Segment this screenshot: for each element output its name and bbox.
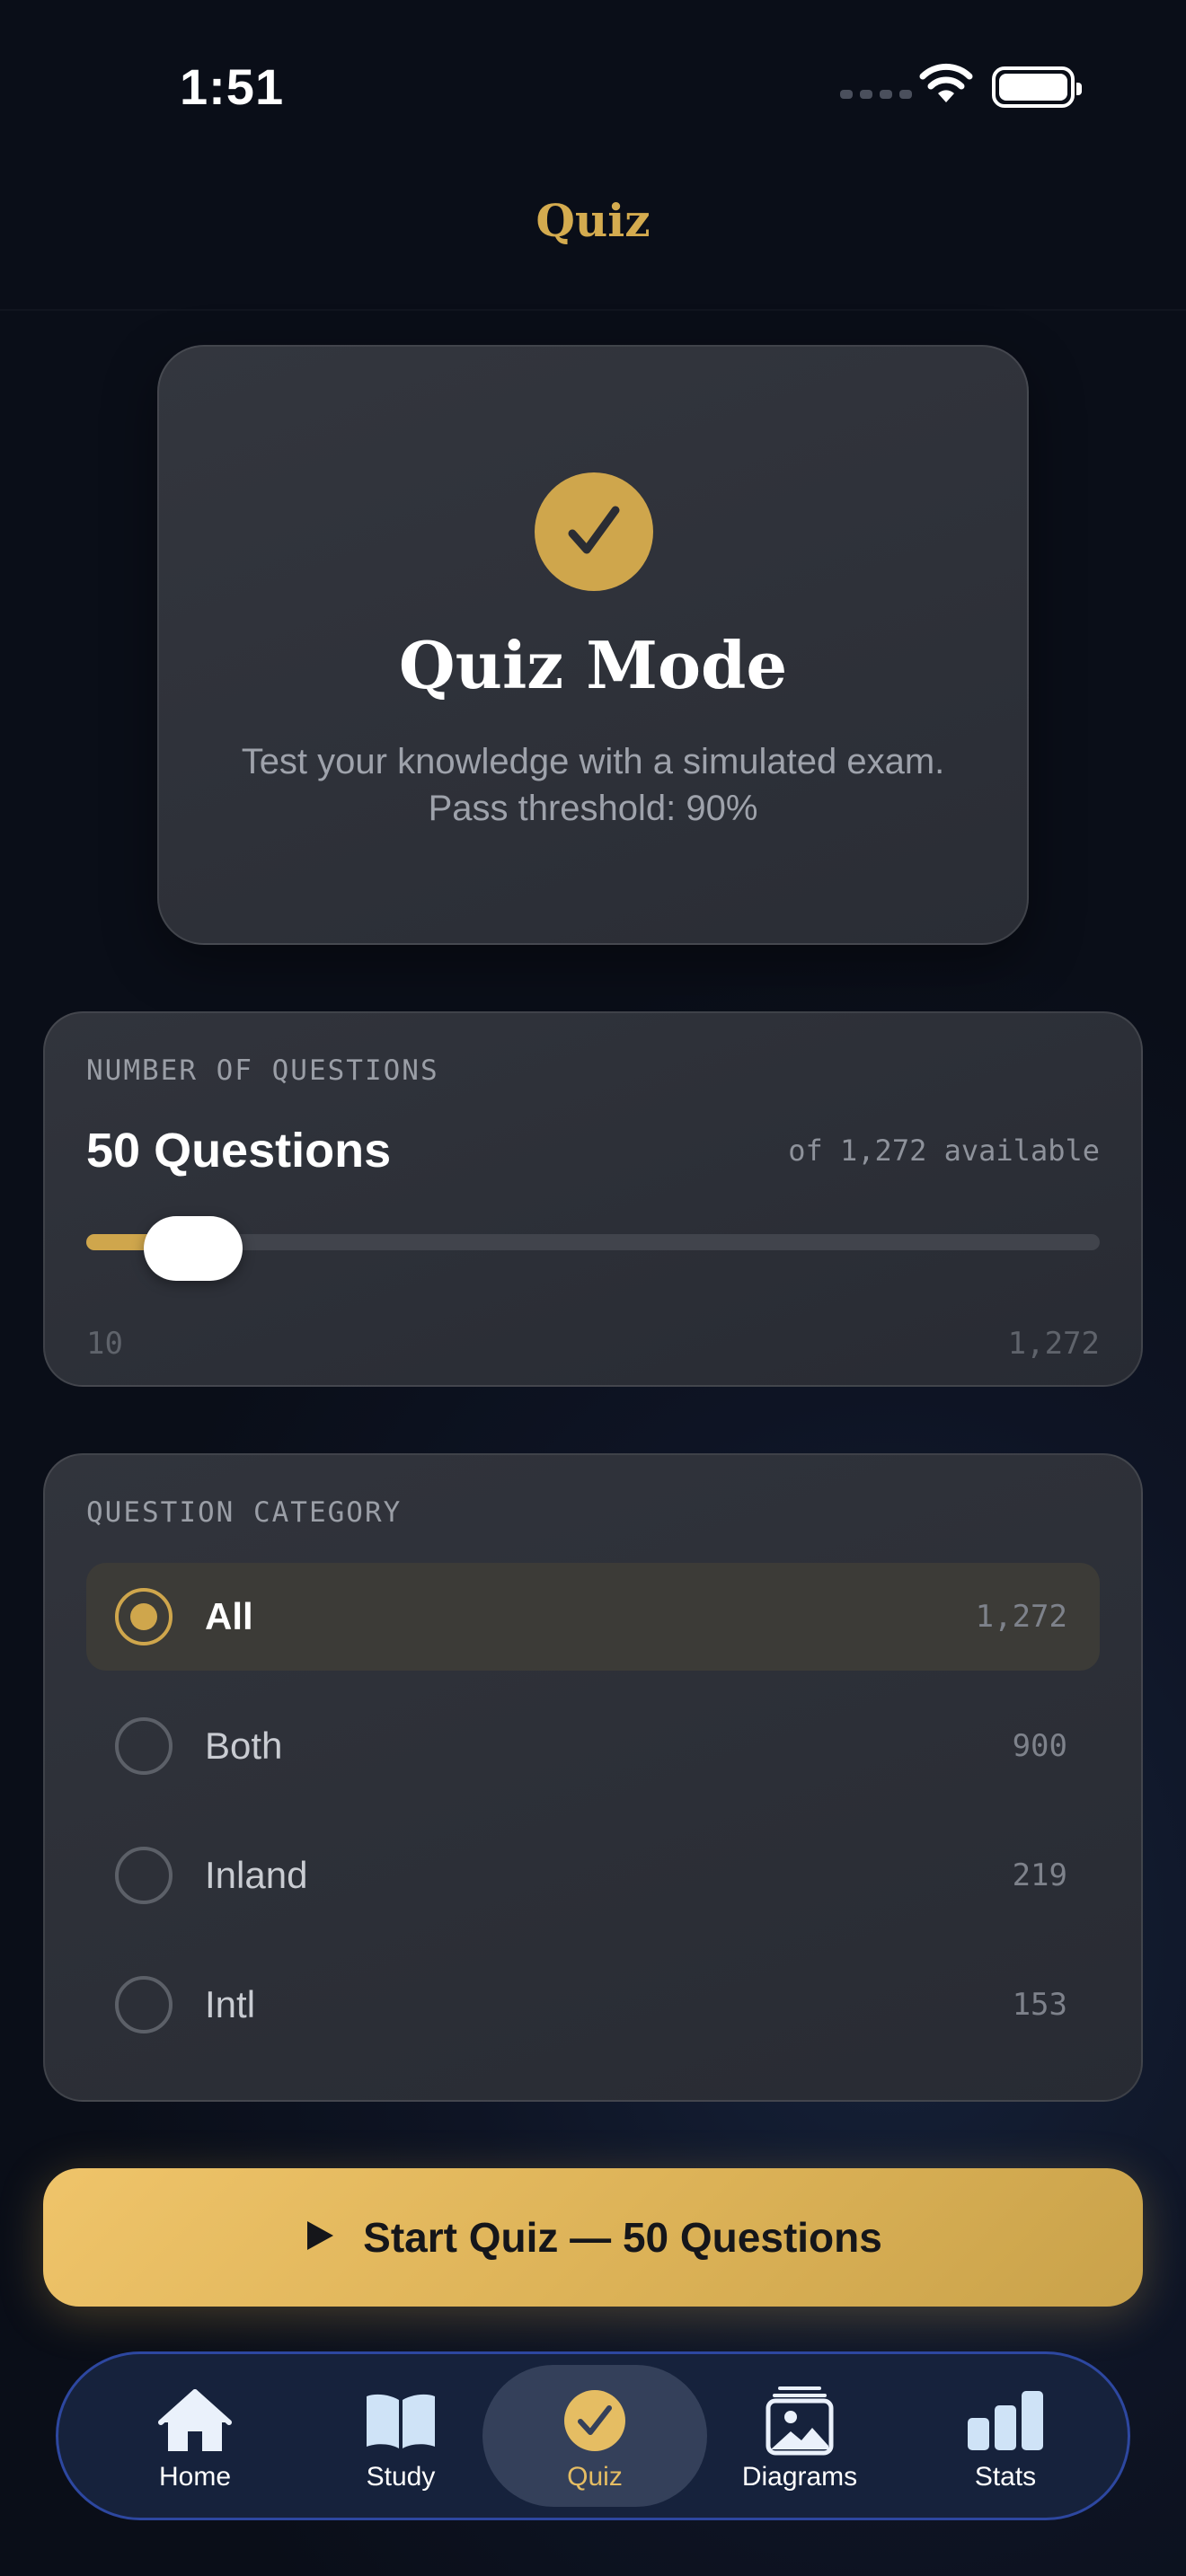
question-count-card: NUMBER OF QUESTIONS 50 Questions of 1,27… <box>43 1011 1143 1387</box>
checkmark-circle-icon <box>482 2385 707 2457</box>
house-icon <box>83 2385 307 2457</box>
radio-button[interactable] <box>115 1717 173 1775</box>
start-quiz-label: Start Quiz — 50 Questions <box>363 2214 882 2261</box>
status-time: 1:51 <box>180 58 285 115</box>
category-label: Intl <box>205 1983 256 2025</box>
quiz-mode-card: Quiz Mode Test your knowledge with a sim… <box>157 345 1029 945</box>
category-label: Inland <box>205 1854 308 1896</box>
radio-button[interactable] <box>115 1847 173 1904</box>
quiz-mode-description: Test your knowledge with a simulated exa… <box>159 738 1027 832</box>
slider-max-label: 1,272 <box>1007 1326 1100 1362</box>
book-icon <box>288 2385 513 2457</box>
category-count: 1,272 <box>975 1599 1067 1635</box>
category-option-inland[interactable]: Inland 219 <box>86 1822 1100 1929</box>
category-count: 153 <box>1012 1987 1067 2023</box>
wifi-icon <box>918 63 974 109</box>
tab-diagrams[interactable]: Diagrams <box>687 2365 912 2507</box>
tab-study[interactable]: Study <box>288 2365 513 2507</box>
start-quiz-button[interactable]: Start Quiz — 50 Questions <box>43 2168 1143 2307</box>
nav-divider <box>0 309 1186 311</box>
page-title: Quiz <box>535 194 651 247</box>
section-label-number-of-questions: NUMBER OF QUESTIONS <box>86 1054 439 1087</box>
tab-quiz[interactable]: Quiz <box>482 2365 707 2507</box>
question-count-value: 50 Questions <box>86 1124 392 1178</box>
radio-button[interactable] <box>115 1588 173 1645</box>
section-label-question-category: QUESTION CATEGORY <box>86 1496 403 1529</box>
tab-home[interactable]: Home <box>83 2365 307 2507</box>
tab-label: Diagrams <box>741 2462 858 2492</box>
status-bar: 1:51 <box>0 0 1186 171</box>
category-count: 219 <box>1012 1857 1067 1893</box>
category-label: All <box>205 1595 253 1637</box>
cellular-signal-icon <box>840 90 912 99</box>
pass-threshold-text: Pass threshold: 90% <box>428 789 758 828</box>
tab-label: Stats <box>974 2462 1037 2492</box>
battery-icon <box>992 66 1082 108</box>
tab-stats[interactable]: Stats <box>893 2365 1118 2507</box>
slider-min-label: 10 <box>86 1326 123 1362</box>
category-count: 900 <box>1012 1728 1067 1764</box>
category-option-intl[interactable]: Intl 153 <box>86 1951 1100 2059</box>
category-option-both[interactable]: Both 900 <box>86 1692 1100 1800</box>
question-count-slider-thumb[interactable] <box>144 1216 243 1281</box>
quiz-mode-title: Quiz Mode <box>398 627 788 703</box>
category-option-all[interactable]: All 1,272 <box>86 1563 1100 1671</box>
bar-chart-icon <box>893 2385 1118 2457</box>
tab-label: Home <box>158 2462 232 2492</box>
question-category-card: QUESTION CATEGORY All 1,272 Both 900 Inl… <box>43 1453 1143 2102</box>
description-line-1: Test your knowledge with a simulated exa… <box>241 742 945 781</box>
checkmark-icon <box>535 472 653 591</box>
tab-bar: Home Study Quiz Diagrams Stats <box>56 2351 1130 2520</box>
tab-label: Study <box>366 2462 436 2492</box>
tab-label: Quiz <box>567 2462 623 2492</box>
photo-stack-icon <box>687 2385 912 2457</box>
category-label: Both <box>205 1725 283 1767</box>
play-icon <box>304 2219 336 2257</box>
questions-available-text: of 1,272 available <box>788 1134 1100 1168</box>
radio-button[interactable] <box>115 1976 173 2033</box>
